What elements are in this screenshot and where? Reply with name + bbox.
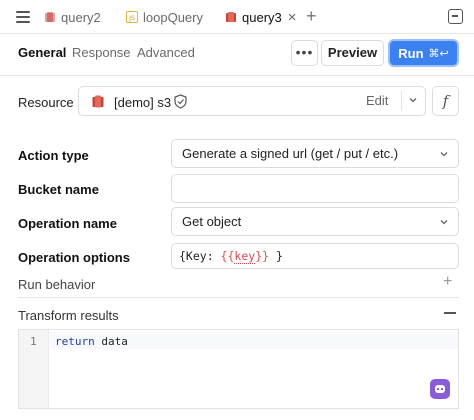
close-icon[interactable]: × xyxy=(288,10,297,25)
tab-label: loopQuery xyxy=(143,9,203,25)
tab-label: query2 xyxy=(61,9,101,25)
divider xyxy=(401,91,402,111)
code-keyword: return xyxy=(55,335,95,348)
subtab-advanced[interactable]: Advanced xyxy=(137,45,195,60)
collapse-panel-icon[interactable] xyxy=(448,9,463,24)
action-type-value: Generate a signed url (get / put / etc.) xyxy=(182,146,399,161)
s3-bucket-icon xyxy=(92,95,104,108)
code-text: {Key: xyxy=(179,249,221,263)
collapse-transform-icon[interactable] xyxy=(444,312,456,314)
run-label: Run xyxy=(398,45,424,61)
operation-name-label: Operation name xyxy=(18,216,117,231)
operation-name-select[interactable]: Get object xyxy=(171,207,459,236)
fx-toggle-button[interactable]: f xyxy=(432,86,459,116)
preview-button[interactable]: Preview xyxy=(321,40,384,66)
s3-bucket-icon xyxy=(45,12,55,22)
action-type-label: Action type xyxy=(18,148,89,163)
run-behavior-label[interactable]: Run behavior xyxy=(18,277,95,292)
query-tab-bar: query2 JS loopQuery query3 × + xyxy=(0,0,474,34)
code-text: } xyxy=(269,249,283,263)
resource-value: [demo] s3 xyxy=(114,95,172,110)
menu-icon[interactable] xyxy=(16,11,30,23)
ai-assistant-icon[interactable] xyxy=(430,379,450,399)
template-close: }} xyxy=(255,249,270,263)
tab-loopquery[interactable]: JS loopQuery xyxy=(126,0,203,34)
subtab-response[interactable]: Response xyxy=(72,45,131,60)
run-shortcut: ⌘↩ xyxy=(428,47,449,60)
bucket-name-label: Bucket name xyxy=(18,182,99,197)
resource-label: Resource xyxy=(18,95,74,110)
tab-label: query3 xyxy=(242,9,282,25)
code-line: return data xyxy=(55,335,128,348)
line-number: 1 xyxy=(30,335,37,348)
operation-options-editor[interactable]: {Key: {{key}} } xyxy=(171,243,459,269)
chevron-down-icon xyxy=(440,152,448,157)
s3-bucket-icon xyxy=(226,12,236,22)
operation-name-value: Get object xyxy=(182,214,242,229)
operation-options-label: Operation options xyxy=(18,250,130,265)
run-button[interactable]: Run ⌘↩ xyxy=(388,39,459,67)
more-options-button[interactable]: ••• xyxy=(291,40,318,66)
transform-results-label[interactable]: Transform results xyxy=(18,308,119,323)
bucket-name-input[interactable] xyxy=(171,174,459,203)
edit-resource-link[interactable]: Edit xyxy=(366,93,388,108)
divider xyxy=(0,75,474,76)
template-variable: key xyxy=(234,249,256,264)
svg-text:JS: JS xyxy=(128,15,135,22)
divider xyxy=(18,297,459,298)
shield-icon xyxy=(174,94,187,109)
template-open: {{ xyxy=(220,249,235,263)
resource-select[interactable]: [demo] s3 Edit xyxy=(78,86,426,116)
tab-query3[interactable]: query3 × xyxy=(225,0,297,34)
tab-query2[interactable]: query2 xyxy=(44,0,101,34)
subtab-general[interactable]: General xyxy=(18,45,66,60)
chevron-down-icon[interactable] xyxy=(408,95,418,105)
javascript-icon: JS xyxy=(126,11,138,23)
code-text: data xyxy=(94,335,128,348)
template-expression: {{key}} xyxy=(220,249,270,264)
transform-code-editor[interactable]: 1 return data xyxy=(18,329,459,409)
add-tab-icon[interactable]: + xyxy=(306,7,317,25)
chevron-down-icon xyxy=(440,220,448,225)
expand-run-behavior-icon[interactable]: + xyxy=(443,274,452,290)
action-type-select[interactable]: Generate a signed url (get / put / etc.) xyxy=(171,139,459,168)
